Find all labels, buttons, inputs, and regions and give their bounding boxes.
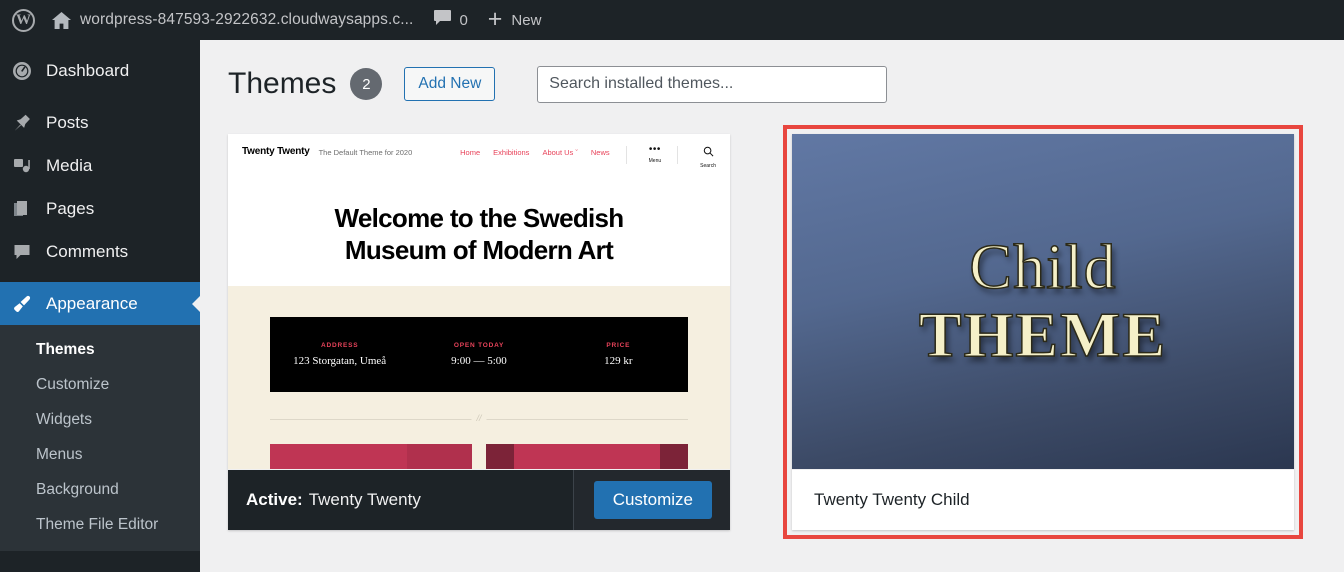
comments-button[interactable]: 0: [423, 0, 477, 40]
themes-grid: Twenty Twenty The Default Theme for 2020…: [228, 125, 1312, 539]
home-icon: [51, 11, 72, 30]
preview-headline: Welcome to the Swedish Museum of Modern …: [242, 203, 716, 266]
pin-icon: [12, 113, 46, 133]
comment-bubble-icon: [433, 9, 452, 31]
separator-glyph: //: [471, 413, 487, 423]
customize-button[interactable]: Customize: [593, 481, 712, 519]
sidebar-item-label: Posts: [46, 112, 89, 132]
preview-nav-news: News: [590, 148, 610, 157]
paintbrush-icon: [12, 294, 46, 314]
preview-tagline: The Default Theme for 2020: [318, 148, 413, 157]
preview-separator: //: [270, 413, 688, 424]
preview-info-bar: ADDRESS 123 Storgatan, Umeå OPEN TODAY 9…: [270, 317, 688, 392]
theme-name: Twenty Twenty Child: [814, 489, 970, 509]
plus-icon: +: [487, 4, 503, 33]
wordpress-logo-button[interactable]: W: [0, 0, 41, 40]
info-key: OPEN TODAY: [453, 342, 505, 349]
sidebar-item-label: Comments: [46, 241, 129, 261]
preview-nav-about-us: About Us ˇ: [542, 148, 578, 157]
theme-screenshot[interactable]: Twenty Twenty The Default Theme for 2020…: [228, 134, 730, 469]
child-theme-word-theme: THEME: [918, 299, 1168, 371]
comment-bubble-icon: [12, 242, 46, 262]
preview-info-open-today: OPEN TODAY 9:00 — 5:00: [409, 342, 548, 367]
active-prefix: Active:: [246, 490, 303, 509]
preview-nav-divider-2: [677, 146, 679, 164]
sidebar-item-widgets[interactable]: Widgets: [0, 402, 200, 437]
comment-count: 0: [459, 11, 468, 29]
pages-icon: [12, 199, 46, 219]
sidebar-item-menus[interactable]: Menus: [0, 437, 200, 472]
admin-bar: W wordpress-847593-2922632.cloudwaysapps…: [0, 0, 1344, 40]
preview-info-address: ADDRESS 123 Storgatan, Umeå: [270, 342, 409, 367]
preview-nav-exhibitions: Exhibitions: [493, 148, 530, 157]
sidebar-item-media[interactable]: Media: [0, 144, 200, 187]
menu-spacer-1: [0, 92, 200, 101]
preview-brand: Twenty Twenty: [242, 146, 310, 157]
sidebar-item-background[interactable]: Background: [0, 472, 200, 507]
sidebar-item-customize[interactable]: Customize: [0, 367, 200, 402]
preview-search-label: Search: [700, 163, 716, 169]
preview-search-toggle: Search: [700, 146, 716, 169]
sidebar-item-posts[interactable]: Posts: [0, 101, 200, 144]
appearance-submenu: Themes Customize Widgets Menus Backgroun…: [0, 325, 200, 552]
twenty-twenty-preview: Twenty Twenty The Default Theme for 2020…: [228, 134, 730, 469]
sidebar-item-dashboard[interactable]: Dashboard: [0, 49, 200, 92]
child-theme-preview: Child THEME: [792, 134, 1294, 469]
theme-actions: Customize: [572, 470, 730, 530]
menu-spacer-top: [0, 40, 200, 49]
site-name-label: wordpress-847593-2922632.cloudwaysapps.c…: [80, 11, 414, 28]
preview-headline-line1: Welcome to the Swedish: [334, 203, 625, 233]
theme-card-footer: Twenty Twenty Child: [792, 469, 1294, 529]
main-content: Themes 2 Add New Twenty Twenty The Defau…: [200, 40, 1344, 572]
info-value: 129 kr: [604, 355, 633, 367]
sidebar-item-pages[interactable]: Pages: [0, 187, 200, 230]
sidebar-item-themes[interactable]: Themes: [0, 332, 200, 367]
info-value: 9:00 — 5:00: [451, 355, 507, 367]
theme-card-twenty-twenty-child[interactable]: Child THEME Twenty Twenty Child: [783, 125, 1303, 539]
preview-site-header: Twenty Twenty The Default Theme for 2020…: [242, 144, 716, 170]
preview-image-block-right: [486, 444, 688, 469]
preview-info-price: PRICE 129 kr: [549, 342, 688, 367]
sidebar-item-label: Media: [46, 155, 93, 175]
site-name-button[interactable]: wordpress-847593-2922632.cloudwaysapps.c…: [41, 0, 423, 40]
preview-image-blocks: [270, 444, 688, 469]
media-icon: [12, 156, 46, 176]
active-theme-label: Active: Twenty Twenty: [228, 470, 421, 530]
dashboard-icon: [12, 61, 46, 81]
theme-card-twenty-twenty[interactable]: Twenty Twenty The Default Theme for 2020…: [228, 134, 730, 530]
preview-nav-divider: [625, 146, 627, 164]
search-installed-themes-input[interactable]: [537, 65, 888, 103]
admin-sidebar: Dashboard Posts Media Pages Comments App…: [0, 40, 200, 572]
preview-menu-label: Menu: [648, 158, 662, 164]
new-label: New: [511, 11, 542, 29]
sidebar-item-comments[interactable]: Comments: [0, 230, 200, 273]
menu-spacer-2: [0, 273, 200, 282]
preview-headline-line2: Museum of Modern Art: [344, 234, 614, 265]
preview-menu-toggle: ••• Menu: [648, 144, 662, 165]
page-title: Themes: [228, 67, 337, 100]
sidebar-item-label: Dashboard: [46, 60, 130, 80]
sidebar-item-label: Appearance: [46, 293, 138, 313]
preview-nav-home: Home: [460, 148, 481, 157]
sidebar-item-theme-file-editor[interactable]: Theme File Editor: [0, 507, 200, 542]
wordpress-logo-icon: W: [12, 8, 35, 32]
preview-top-section: Twenty Twenty The Default Theme for 2020…: [228, 134, 730, 286]
sidebar-item-appearance[interactable]: Appearance: [0, 282, 200, 325]
ellipsis-icon: •••: [648, 144, 661, 155]
info-value: 123 Storgatan, Umeå: [293, 355, 387, 367]
info-key: ADDRESS: [320, 342, 359, 349]
active-theme-name: Twenty Twenty: [308, 490, 421, 509]
add-new-theme-button[interactable]: Add New: [404, 67, 496, 101]
new-content-button[interactable]: + New: [478, 0, 552, 40]
page-header: Themes 2 Add New: [228, 60, 1312, 108]
theme-count-badge: 2: [350, 68, 383, 100]
info-key: PRICE: [606, 342, 631, 349]
theme-screenshot[interactable]: Child THEME: [792, 134, 1294, 469]
preview-nav: Home Exhibitions About Us ˇ News ••• Men…: [460, 144, 716, 170]
search-icon: [703, 146, 714, 159]
sidebar-item-label: Pages: [46, 198, 95, 218]
child-theme-word-child: Child: [969, 230, 1117, 302]
theme-card-footer-active: Active: Twenty Twenty Customize: [228, 469, 730, 530]
preview-image-block-left: [270, 444, 472, 469]
